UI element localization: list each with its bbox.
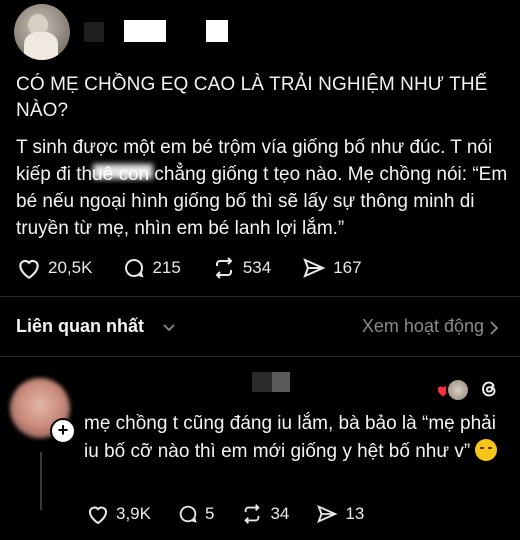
follow-plus-icon[interactable]: + <box>50 418 76 444</box>
redacted-username-block <box>272 372 290 392</box>
repost-button[interactable]: 534 <box>211 256 271 280</box>
divider <box>0 296 520 297</box>
author-avatar[interactable] <box>14 4 70 60</box>
reply-like-button[interactable]: 3,9K <box>86 503 151 525</box>
sort-dropdown[interactable]: Liên quan nhất <box>16 316 144 337</box>
post-title: CÓ MẸ CHỒNG EQ CAO LÀ TRẢI NGHIỆM NHƯ TH… <box>16 74 488 121</box>
comment-count: 215 <box>152 258 181 277</box>
threads-logo-icon[interactable] <box>478 378 500 400</box>
redacted-username-block <box>252 372 272 392</box>
reply-like-count: 3,9K <box>116 504 151 523</box>
heart-icon <box>19 259 39 280</box>
like-button[interactable]: 20,5K <box>16 256 92 280</box>
redacted-timestamp-block <box>206 20 228 42</box>
divider <box>0 356 520 357</box>
chevron-down-icon[interactable] <box>161 321 177 335</box>
heart-icon <box>88 506 108 525</box>
share-button[interactable]: 167 <box>301 256 362 280</box>
view-activity-link[interactable]: Xem hoạt động <box>362 316 484 337</box>
comment-bubble-icon <box>125 259 144 278</box>
reply-repost-count: 34 <box>270 504 290 523</box>
thread-connector-line <box>40 452 42 510</box>
comment-button[interactable]: 215 <box>122 256 181 280</box>
repost-icon <box>215 257 233 279</box>
chevron-right-icon[interactable] <box>488 320 500 336</box>
share-count: 167 <box>333 258 362 277</box>
repost-count: 534 <box>242 258 272 277</box>
like-count: 20,5K <box>48 258 93 277</box>
redaction-smudge <box>93 164 153 179</box>
reply-share-button[interactable]: 13 <box>315 503 364 525</box>
reply-share-count: 13 <box>345 504 365 523</box>
reply-text: mẹ chồng t cũng đáng iu lắm, bà bảo là “… <box>84 413 496 462</box>
redacted-username-block <box>124 20 166 42</box>
repost-icon <box>244 504 261 524</box>
liked-by-avatar <box>446 378 470 402</box>
reply-text-block: mẹ chồng t cũng đáng iu lắm, bà bảo là “… <box>84 410 514 466</box>
kissing-face-emoji-icon <box>475 439 498 461</box>
reply-comment-count: 5 <box>204 504 215 523</box>
reply-repost-button[interactable]: 34 <box>240 503 289 525</box>
comment-bubble-icon <box>179 505 197 523</box>
post-body: T sinh được một em bé trộm vía giống bố … <box>16 137 508 239</box>
post-action-bar: 20,5K 215 534 167 <box>16 256 362 280</box>
reply-comment-button[interactable]: 5 <box>177 503 214 525</box>
avatar-photo-body <box>24 32 58 60</box>
redacted-username-block <box>84 22 104 42</box>
reply-action-bar: 3,9K 5 34 13 <box>86 503 364 525</box>
send-icon <box>303 258 326 278</box>
send-icon <box>317 504 338 524</box>
